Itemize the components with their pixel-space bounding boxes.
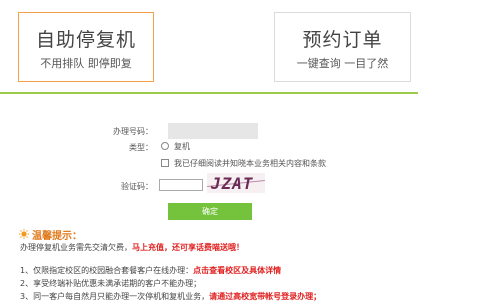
booking-card[interactable]: 预约订单 一键查询 一目了然 [274,12,411,82]
tips-arrears-text: 办理停复机业务需先交清欠费， [20,243,132,252]
tips-item-1-text: 1、仅限指定校区的校园融合套餐客户在线办理： [20,266,194,275]
tips-title: 温馨提示： [32,231,82,242]
self-service-title: 自助停复机 [35,29,136,51]
captcha-text: JZAT [211,174,254,193]
phone-input[interactable] [168,123,258,139]
phone-label: 办理号码： [113,127,153,136]
submit-button[interactable]: 确定 [168,203,252,220]
section-divider [0,92,418,94]
tips-item-3-text: 3、同一客户每自然月只能办理一次停机和复机业务， [20,292,210,301]
agree-label: 我已仔细阅读并知晓本业务相关内容和条款 [174,159,326,168]
booking-subtitle: 一键查询 一目了然 [296,57,389,70]
type-radio[interactable] [161,142,169,150]
type-option-label: 复机 [174,142,190,151]
self-service-subtitle: 不用排队 即停即复 [40,57,132,70]
tips-item-2: 2、享受终端补贴优惠未满承诺期的客户不能办理； [20,278,201,289]
tips-item-3: 3、同一客户每自然月只能办理一次停机和复机业务，请通过高校宽带帐号登录办理； [20,291,321,302]
booking-title: 预约订单 [302,29,383,51]
type-label: 类型： [129,143,153,152]
tips-item-2-text: 2、享受终端补贴优惠未满承诺期的客户不能办理； [20,279,202,288]
sun-icon [19,229,29,239]
campus-details-link[interactable]: 点击查看校区及具体详情 [193,266,281,275]
recharge-link[interactable]: 马上充值，还可享话费喵送哦！ [132,243,244,252]
self-service-card[interactable]: 自助停复机 不用排队 即停即复 [18,12,154,82]
captcha-input[interactable] [159,179,203,191]
tips-arrears-line: 办理停复机业务需先交清欠费，马上充值，还可享话费喵送哦！ [20,242,244,253]
captcha-label: 验证码： [121,182,153,191]
agree-checkbox[interactable] [161,159,169,167]
captcha-image[interactable]: JZAT [207,173,265,193]
broadband-login-link[interactable]: 请通过高校宽带帐号登录办理； [209,292,321,301]
tips-item-1: 1、仅限指定校区的校园融合套餐客户在线办理：点击查看校区及具体详情 [20,265,281,276]
